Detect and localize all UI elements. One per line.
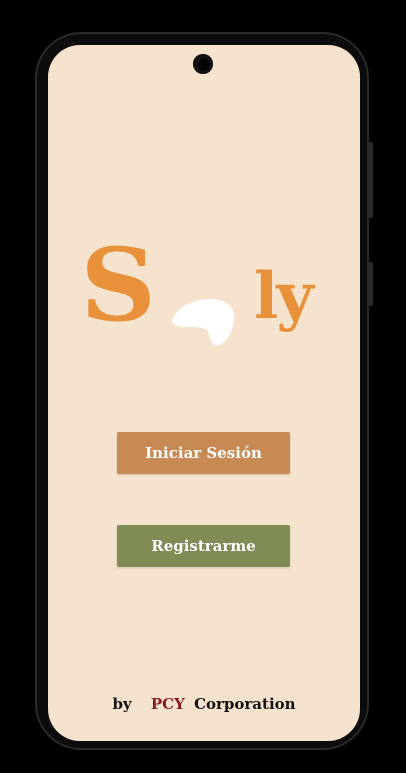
footer-company-highlight: PCY	[150, 695, 185, 713]
front-camera-icon	[193, 54, 213, 74]
footer-company-rest: Corporation	[194, 695, 296, 713]
footer-credit: by PCY Corporation	[48, 695, 360, 713]
power-button	[368, 142, 373, 218]
app-screen: S ly Iniciar Sesión Registrarme by PCY C…	[48, 45, 360, 741]
logo-letters-ly: ly	[254, 259, 313, 334]
register-button[interactable]: Registrarme	[117, 525, 290, 567]
logo-sun-shape-icon	[172, 299, 234, 346]
phone-frame: S ly Iniciar Sesión Registrarme by PCY C…	[35, 32, 373, 750]
login-button[interactable]: Iniciar Sesión	[117, 432, 290, 474]
volume-button	[368, 262, 373, 306]
app-logo: S ly	[78, 225, 318, 355]
logo-letter-s: S	[80, 226, 157, 344]
footer-by: by	[112, 695, 132, 713]
